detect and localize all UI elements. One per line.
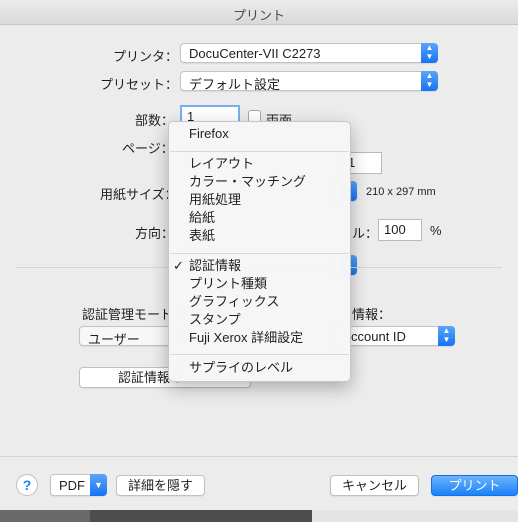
checkmark-icon: ✓ [173,258,184,273]
help-icon[interactable]: ? [16,474,38,496]
menu-item-authentication[interactable]: 認証情報 [189,257,241,275]
menu-item-layout[interactable]: レイアウト [189,155,254,173]
printer-label: プリンタ： [113,49,179,64]
preset-select[interactable]: デフォルト設定 ▲ ▼ [180,71,438,92]
cancel-button[interactable]: キャンセル [330,475,419,496]
auth-info-label: 情報： [352,307,392,322]
menu-separator [170,151,349,152]
scale-input[interactable]: 100 [378,219,422,241]
title-bar[interactable]: プリント [0,0,518,25]
pdf-label: PDF [59,478,85,493]
menu-item-print-type[interactable]: プリント種類 [189,275,267,293]
paper-size-label: 用紙サイズ： [100,187,178,202]
pages-label: ページ： [122,141,174,156]
menu-item-advanced-settings[interactable]: Fuji Xerox 詳細設定 [189,329,303,347]
menu-item-color-matching[interactable]: カラー・マッチング [189,173,306,191]
window-title: プリント [232,8,285,23]
paper-dimensions: 210 x 297 mm [366,186,436,198]
menu-item-cover-page[interactable]: 表紙 [189,227,215,245]
menu-item-firefox[interactable]: Firefox [189,125,229,143]
printer-select[interactable]: DocuCenter-VII C2273 ▲ ▼ [180,43,438,63]
pane-dropdown-menu: Firefox レイアウト カラー・マッチング 用紙処理 給紙 表紙 ✓ 認証情… [168,121,351,382]
scale-unit: % [430,223,442,238]
auth-mode-value: ユーザー [88,332,140,347]
hide-details-button[interactable]: 詳細を隠す [116,475,205,496]
preset-label: プリセット： [100,77,179,92]
menu-item-stamp[interactable]: スタンプ [189,311,241,329]
print-dialog: プリント プリンタ： DocuCenter-VII C2273 ▲ ▼ プリセット… [0,0,518,510]
preset-chevron-icon: ▲ ▼ [421,71,438,91]
auth-mode-select[interactable]: ユーザー [79,326,179,347]
desktop-region [312,510,518,522]
auth-info-value: ccount ID [351,329,406,344]
print-button[interactable]: プリント [431,475,518,496]
desktop-background [0,510,518,522]
menu-item-supply-levels[interactable]: サプライのレベル [189,359,293,377]
menu-item-paper-feed[interactable]: 給紙 [189,209,215,227]
printer-chevron-icon: ▲ ▼ [421,43,438,63]
menu-separator [170,354,349,355]
menu-item-paper-handling[interactable]: 用紙処理 [189,191,241,209]
menu-item-graphics[interactable]: グラフィックス [189,293,279,311]
auth-info-chevron-icon: ▲ ▼ [438,326,455,346]
scale-label: ル： [352,226,379,241]
footer-divider [0,456,518,457]
printer-value: DocuCenter-VII C2273 [189,46,321,61]
pdf-menu-button[interactable]: PDF ▼ [50,474,107,496]
desktop-region [0,510,90,522]
menu-separator [170,253,349,254]
pdf-chevron-down-icon: ▼ [90,474,107,496]
preset-value: デフォルト設定 [189,77,281,92]
